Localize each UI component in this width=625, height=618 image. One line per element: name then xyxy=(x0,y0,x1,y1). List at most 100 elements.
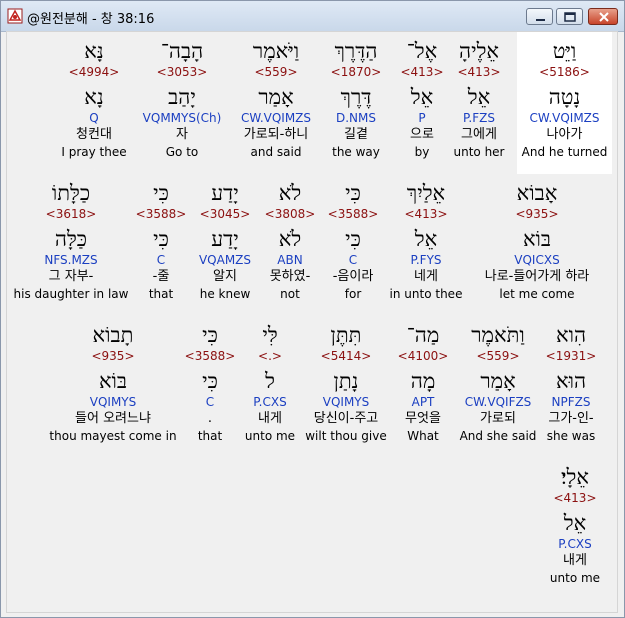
lexical-form: אָמַר xyxy=(258,85,294,109)
strong-number[interactable]: <5186> xyxy=(517,64,612,80)
english-gloss: I pray thee xyxy=(61,145,127,159)
word-cell[interactable]: וַיֵּט <5186> נָטָה CW.VQIMZS 나아가 And he… xyxy=(517,32,612,174)
minimize-button[interactable] xyxy=(526,8,553,25)
hebrew-word: אָבוֹא xyxy=(516,181,558,205)
lexical-form: בּוֹא xyxy=(98,369,128,393)
word-cell[interactable]: כַלָּתוֹ <3618> כַּלָּה NFS.MZS 그 자부- hi… xyxy=(14,174,129,302)
word-cell[interactable]: תִּתֶּן <5414> נָתַן VQIMYS 당신이-주고 wilt … xyxy=(302,316,390,444)
lexical-form: מָה xyxy=(410,369,436,393)
lexical-form: נָטָה xyxy=(548,85,581,109)
word-cell[interactable]: כִּי <3588> כִּי C -줄 that xyxy=(117,174,205,302)
lexical-form: כִּי xyxy=(202,369,218,393)
parsing-code: C xyxy=(156,253,166,267)
word-cell[interactable]: אֵלָי׃ <413> אֵל P.CXS 내게 unto me xyxy=(534,458,616,586)
english-gloss: And she said xyxy=(459,429,537,443)
strong-number[interactable]: <3618> xyxy=(27,206,115,222)
english-gloss: that xyxy=(197,429,223,443)
maximize-icon xyxy=(564,12,576,22)
strong-number[interactable]: <4994> xyxy=(50,64,138,80)
korean-gloss: 당신이-주고 xyxy=(313,411,379,426)
lexical-form: נָתַן xyxy=(333,369,359,393)
korean-gloss: 나로-들어가게 하라 xyxy=(484,269,590,284)
minimize-icon xyxy=(536,19,545,21)
strong-number[interactable]: <3588> xyxy=(166,348,254,364)
strong-number[interactable]: <1870> xyxy=(312,64,400,80)
maximize-button[interactable] xyxy=(556,8,583,25)
english-gloss: let me come xyxy=(499,287,575,301)
strong-number[interactable]: <413> xyxy=(534,490,616,506)
english-gloss: the way xyxy=(332,145,380,159)
parsing-code: D.NMS xyxy=(335,111,376,125)
window-title: @원전분해 - 창 38:16 xyxy=(27,12,155,27)
parsing-code: VQICXS xyxy=(514,253,560,267)
close-button[interactable] xyxy=(588,8,618,25)
hebrew-word: תָבוֹא xyxy=(92,323,134,347)
word-cell[interactable]: מַה־ <4100> מָה APT 무엇을 What xyxy=(379,316,467,444)
korean-gloss: 나아가 xyxy=(546,127,583,142)
lexical-form: נָא xyxy=(84,85,104,109)
strong-number[interactable]: <4100> xyxy=(379,348,467,364)
hebrew-word: מַה־ xyxy=(406,323,440,347)
hebrew-word: וַתֹּאמֶר xyxy=(471,323,525,347)
english-gloss: Go to xyxy=(165,145,199,159)
word-cell[interactable]: כִּי <3588> כִּי C . that xyxy=(166,316,254,444)
parsing-code: C xyxy=(205,395,215,409)
english-gloss: wilt thou give xyxy=(305,429,387,443)
korean-gloss: 그 자부- xyxy=(48,269,94,284)
word-cell[interactable]: וַיֹּאמֶר <559> אָמַר CW.VQIMZS 가로되-하니 a… xyxy=(232,32,320,160)
word-cell[interactable]: נָּא <4994> נָא Q 청컨대 I pray thee xyxy=(50,32,138,160)
lexical-form: בּוֹא xyxy=(522,227,552,251)
title-bar[interactable]: @원전분해 - 창 38:16 xyxy=(1,1,624,32)
korean-gloss: -줄 xyxy=(152,269,170,284)
strong-number[interactable]: <3053> xyxy=(138,64,226,80)
lexical-form: דֶּרֶךְ xyxy=(340,85,372,109)
lexical-form: כַּלָּה xyxy=(54,227,88,251)
korean-gloss: 길곁 xyxy=(344,127,368,142)
hebrew-word: וַיֵּט xyxy=(552,39,577,63)
lexical-form: יָהַב xyxy=(168,85,196,109)
hebrew-word: כַלָּתוֹ xyxy=(51,181,91,205)
hebrew-word: הָבָה־ xyxy=(160,39,204,63)
hebrew-word: כִּי xyxy=(153,181,169,205)
hebrew-word: כִּי xyxy=(202,323,218,347)
parsing-code: P.CXS xyxy=(558,537,592,551)
english-gloss: his daughter in law xyxy=(13,287,129,301)
word-cell[interactable]: תָבוֹא <935> בּוֹא VQIMYS 들어 오려느냐 thou m… xyxy=(49,316,176,444)
korean-gloss: . xyxy=(207,411,213,426)
english-gloss: thou mayest come in xyxy=(49,429,177,443)
parsing-code: VQIMYS xyxy=(322,395,370,409)
english-gloss: What xyxy=(407,429,439,443)
strong-number[interactable]: <559> xyxy=(232,64,320,80)
hebrew-word: תִּתֶּן xyxy=(330,323,362,347)
hebrew-word: הַדֶּרֶךְ xyxy=(334,39,378,63)
hebrew-word: אֵלָי׃ xyxy=(561,465,589,489)
korean-gloss: 내게 xyxy=(563,553,587,568)
hebrew-word: נָּא xyxy=(84,39,104,63)
korean-gloss: 자 xyxy=(176,127,188,142)
word-cell[interactable]: הָבָה־ <3053> יָהַב VQMMYS(Ch) 자 Go to xyxy=(138,32,226,160)
parsing-code: CW.VQIMZS xyxy=(529,111,600,125)
close-icon xyxy=(599,12,609,22)
parsing-code: Q xyxy=(89,111,99,125)
korean-gloss: 가로되 xyxy=(480,411,516,426)
parsing-code: APT xyxy=(411,395,435,409)
english-gloss: And he turned xyxy=(521,145,608,159)
analysis-panel: וַיֵּט <5186> נָטָה CW.VQIMZS 나아가 And he… xyxy=(6,31,618,613)
app-window: @원전분해 - 창 38:16 וַיֵּט <5186> נָטָה CW.V… xyxy=(0,0,625,618)
lexical-form: אָמַר xyxy=(480,369,516,393)
korean-gloss: 가로되-하니 xyxy=(243,127,309,142)
strong-number[interactable]: <935> xyxy=(69,348,157,364)
app-icon xyxy=(7,8,23,24)
english-gloss: unto me xyxy=(549,571,601,585)
hebrew-word: וַיֹּאמֶר xyxy=(252,39,300,63)
strong-number[interactable]: <5414> xyxy=(302,348,390,364)
parsing-code: VQIMYS xyxy=(89,395,137,409)
strong-number[interactable]: <935> xyxy=(493,206,581,222)
strong-number[interactable]: <559> xyxy=(454,348,542,364)
parsing-code: NFS.MZS xyxy=(44,253,98,267)
word-cell[interactable]: אָבוֹא <935> בּוֹא VQICXS 나로-들어가게 하라 let… xyxy=(485,174,590,302)
english-gloss: and said xyxy=(250,145,302,159)
word-cell[interactable]: וַתֹּאמֶר <559> אָמַר CW.VQIFZS 가로되 And … xyxy=(454,316,542,444)
word-cell[interactable]: הַדֶּרֶךְ <1870> דֶּרֶךְ D.NMS 길곁 the wa… xyxy=(312,32,400,160)
strong-number[interactable]: <3588> xyxy=(117,206,205,222)
